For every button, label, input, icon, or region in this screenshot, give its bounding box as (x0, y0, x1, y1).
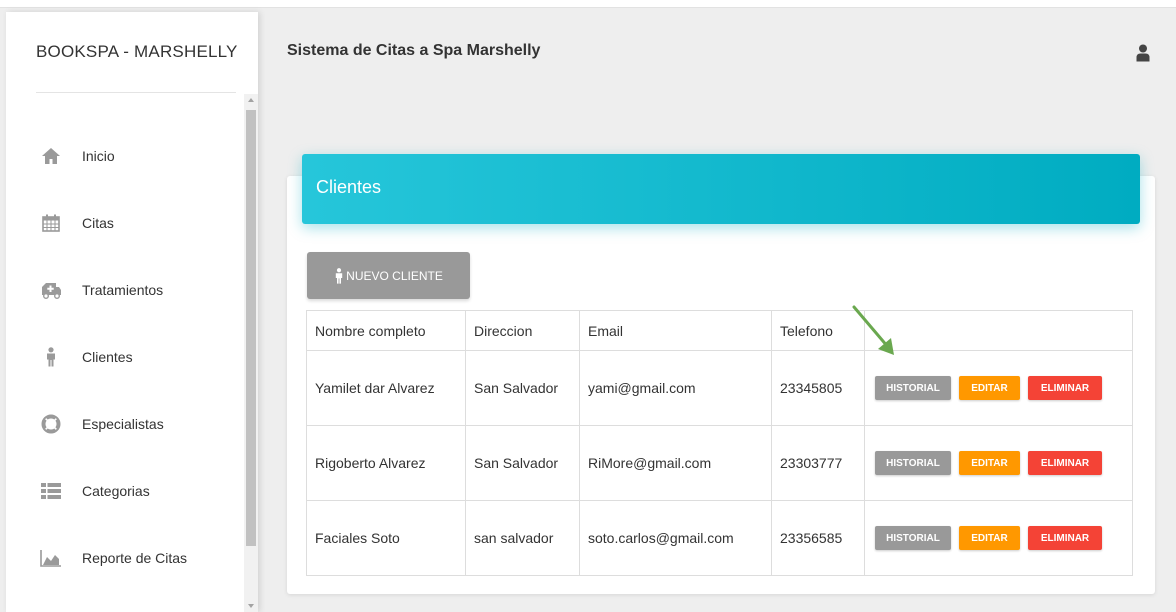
sidebar-item-label: Categorias (82, 482, 150, 499)
scroll-down-arrow-icon[interactable] (248, 604, 254, 608)
home-icon (40, 145, 62, 167)
column-header-email: Email (579, 310, 772, 351)
sidebar-item-label: Reporte de Citas (82, 549, 188, 566)
table-header-row: Nombre completo Direccion Email Telefono (306, 310, 1133, 351)
history-button[interactable]: HISTORIAL (875, 376, 951, 400)
delete-button[interactable]: ELIMINAR (1028, 451, 1102, 475)
edit-button[interactable]: EDITAR (959, 451, 1020, 475)
edit-button[interactable]: EDITAR (959, 376, 1020, 400)
cell-address: San Salvador (465, 425, 580, 501)
cell-email: soto.carlos@gmail.com (579, 500, 772, 576)
cell-actions: HISTORIAL EDITAR ELIMINAR (864, 425, 1133, 501)
list-icon (40, 480, 62, 502)
cell-phone: 23356585 (771, 500, 865, 576)
area-chart-icon (40, 547, 62, 569)
table-row: Yamilet dar Alvarez San Salvador yami@gm… (306, 350, 1133, 426)
sidebar-item-label: Tratamientos (82, 281, 164, 298)
ambulance-icon (40, 279, 62, 301)
card-title: Clientes (316, 177, 382, 197)
page-title: Sistema de Citas a Spa Marshelly (287, 42, 541, 59)
cell-phone: 23303777 (771, 425, 865, 501)
cell-actions: HISTORIAL EDITAR ELIMINAR (864, 500, 1133, 576)
sidebar-scrollbar[interactable] (244, 94, 258, 612)
sidebar-item-categorias[interactable]: Categorias (6, 457, 244, 524)
table-row: Rigoberto Alvarez San Salvador RiMore@gm… (306, 425, 1133, 501)
cell-email: yami@gmail.com (579, 350, 772, 426)
cell-name: Faciales Soto (306, 500, 466, 576)
cell-address: San Salvador (465, 350, 580, 426)
person-icon (334, 267, 344, 284)
window-top-strip (0, 0, 1176, 8)
sidebar-item-reporte-de-citas[interactable]: Reporte de Citas (6, 524, 244, 591)
column-header-address: Direccion (465, 310, 580, 351)
clients-table: Nombre completo Direccion Email Telefono… (306, 310, 1133, 576)
sidebar-item-tratamientos[interactable]: Tratamientos (6, 256, 244, 323)
cell-address: san salvador (465, 500, 580, 576)
user-icon[interactable] (1136, 44, 1150, 62)
brand-divider (36, 92, 236, 93)
table-row: Faciales Soto san salvador soto.carlos@g… (306, 500, 1133, 576)
sidebar-item-citas[interactable]: Citas (6, 189, 244, 256)
history-button[interactable]: HISTORIAL (875, 526, 951, 550)
new-client-button-label: NUEVO CLIENTE (346, 268, 443, 283)
sidebar-item-label: Citas (82, 214, 114, 231)
column-header-name: Nombre completo (306, 310, 466, 351)
new-client-button[interactable]: NUEVO CLIENTE (307, 252, 470, 299)
annotation-arrow-icon (852, 305, 894, 355)
cell-email: RiMore@gmail.com (579, 425, 772, 501)
sidebar-item-label: Inicio (82, 147, 115, 164)
cell-actions: HISTORIAL EDITAR ELIMINAR (864, 350, 1133, 426)
calendar-icon (40, 212, 62, 234)
card-header: Clientes (302, 154, 1140, 224)
sidebar-item-especialistas[interactable]: Especialistas (6, 390, 244, 457)
person-icon (40, 346, 62, 368)
column-header-actions (864, 310, 1133, 351)
cell-name: Rigoberto Alvarez (306, 425, 466, 501)
delete-button[interactable]: ELIMINAR (1028, 376, 1102, 400)
sidebar: BOOKSPA - MARSHELLY Inicio Citas Tratami… (6, 12, 258, 612)
brand-title: BOOKSPA - MARSHELLY (36, 42, 238, 61)
history-button[interactable]: HISTORIAL (875, 451, 951, 475)
scrollbar-thumb[interactable] (246, 110, 256, 546)
scroll-up-arrow-icon[interactable] (248, 98, 254, 102)
cell-name: Yamilet dar Alvarez (306, 350, 466, 426)
edit-button[interactable]: EDITAR (959, 526, 1020, 550)
sidebar-nav: Inicio Citas Tratamientos Clientes Espec… (6, 122, 244, 591)
delete-button[interactable]: ELIMINAR (1028, 526, 1102, 550)
sidebar-item-inicio[interactable]: Inicio (6, 122, 244, 189)
life-ring-icon (40, 413, 62, 435)
sidebar-item-label: Clientes (82, 348, 133, 365)
sidebar-item-label: Especialistas (82, 415, 164, 432)
cell-phone: 23345805 (771, 350, 865, 426)
sidebar-item-clientes[interactable]: Clientes (6, 323, 244, 390)
